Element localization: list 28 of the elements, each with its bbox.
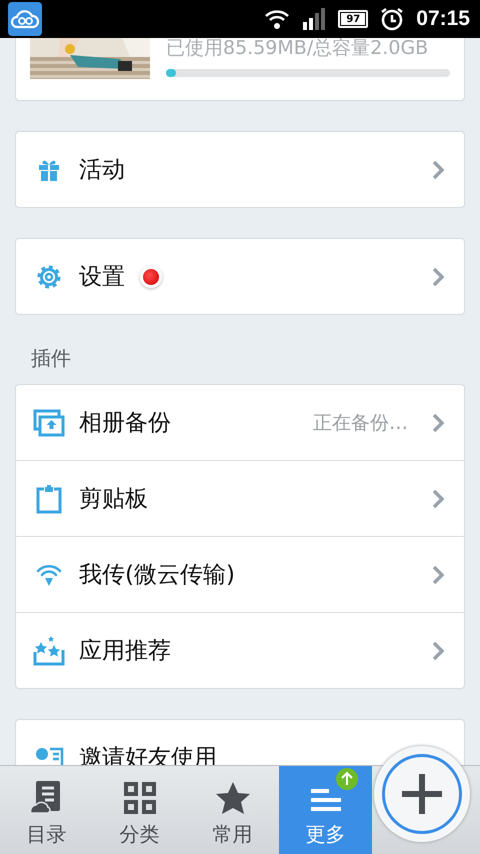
- signal-icon: [302, 8, 326, 30]
- wifi-icon: [264, 8, 290, 30]
- alarm-clock-icon: [380, 7, 404, 31]
- plus-icon: [400, 772, 444, 816]
- menu-item[interactable]: 剪贴板: [16, 460, 464, 536]
- menu-item[interactable]: 相册备份 正在备份…: [16, 385, 464, 460]
- chevron-right-icon: [432, 640, 444, 660]
- section-header: 插件: [30, 345, 71, 372]
- menu-item[interactable]: 我传(微云传输): [16, 536, 464, 612]
- chevron-right-icon: [432, 488, 444, 508]
- gear-icon: [35, 262, 63, 290]
- app-icon[interactable]: [8, 2, 42, 36]
- battery-level: 97: [338, 10, 368, 28]
- menu-item[interactable]: 应用推荐: [16, 612, 464, 688]
- star-icon: [214, 781, 250, 815]
- chevron-right-icon: [432, 412, 444, 432]
- chevron-right-icon: [432, 160, 444, 180]
- chevron-right-icon: [432, 266, 444, 286]
- menu-item[interactable]: 设置: [16, 239, 464, 314]
- status-text: 正在备份…: [313, 410, 408, 436]
- clipboard-icon: [35, 484, 63, 514]
- clock-time: 07:15: [416, 7, 470, 31]
- menu-item[interactable]: 活动: [16, 132, 464, 207]
- chevron-right-icon: [432, 564, 444, 584]
- photo-upload-icon: [33, 408, 65, 436]
- storage-usage-text: 已使用85.59MB/总容量2.0GB: [166, 38, 430, 61]
- grid-icon: [122, 781, 156, 815]
- stars-box-icon: [33, 636, 65, 666]
